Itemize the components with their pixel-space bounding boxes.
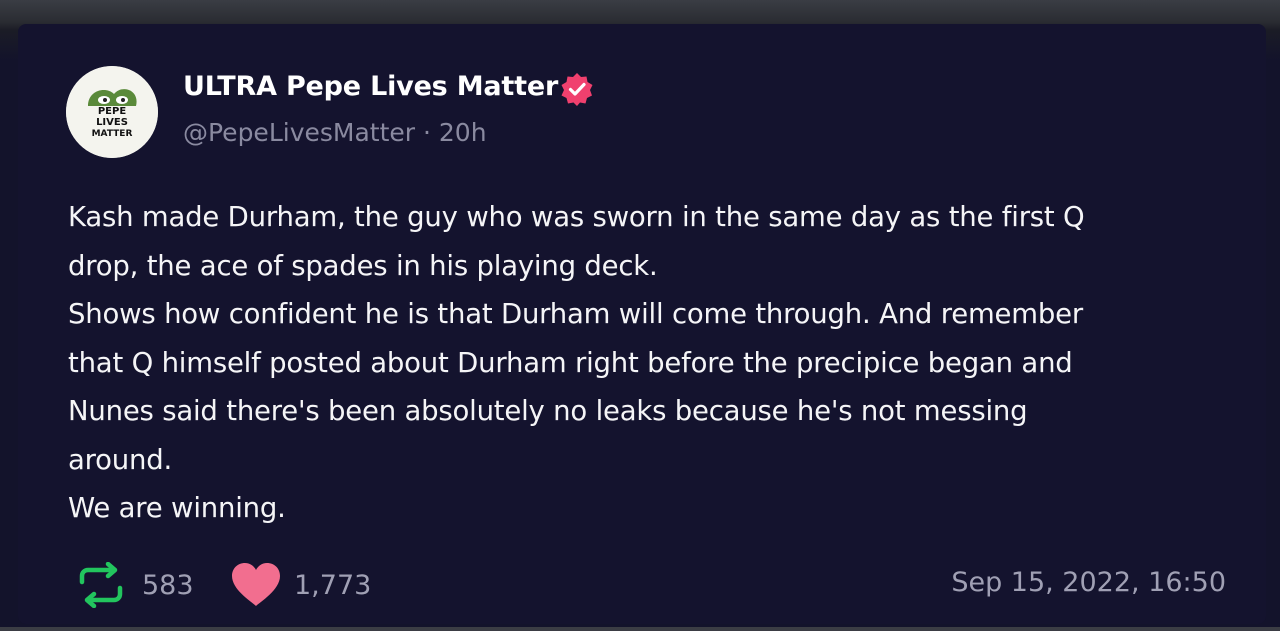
- post-body-line: drop, the ace of spades in his playing d…: [68, 249, 658, 282]
- handle-line: @PepeLivesMatter · 20h: [183, 118, 487, 147]
- like-button[interactable]: 1,773: [230, 562, 371, 608]
- post-body-line: Kash made Durham, the guy who was sworn …: [68, 201, 1085, 233]
- svg-text:LIVES: LIVES: [96, 117, 128, 128]
- separator-dot: ·: [423, 118, 431, 147]
- post-body-line: Shows how confident he is that Durham wi…: [68, 298, 1083, 330]
- verified-badge-icon: [561, 73, 593, 106]
- post-date[interactable]: Sep 15, 2022, 16:50: [951, 567, 1226, 598]
- repost-icon: [79, 562, 123, 608]
- post-body-line: that Q himself posted about Durham right…: [68, 346, 1073, 379]
- repost-button[interactable]: 583: [76, 562, 194, 608]
- like-count: 1,773: [294, 569, 372, 601]
- screen-bottom-edge: [0, 627, 1280, 631]
- post-body-line: around.: [68, 443, 173, 476]
- repost-count: 583: [142, 569, 194, 601]
- post-body: Kash made Durham, the guy who was sworn …: [68, 193, 1238, 533]
- svg-text:PEPE: PEPE: [98, 106, 126, 117]
- avatar[interactable]: PEPE LIVES MATTER: [66, 66, 158, 158]
- display-name[interactable]: ULTRA Pepe Lives Matter: [183, 71, 558, 102]
- post-body-line: Nunes said there's been absolutely no le…: [68, 395, 1028, 427]
- heart-icon: [232, 563, 280, 606]
- avatar-logo-icon: PEPE LIVES MATTER: [66, 66, 158, 158]
- svg-text:MATTER: MATTER: [92, 129, 133, 139]
- user-handle[interactable]: @PepeLivesMatter: [183, 118, 415, 147]
- post-age[interactable]: 20h: [439, 118, 487, 147]
- post-body-line: We are winning.: [68, 492, 286, 524]
